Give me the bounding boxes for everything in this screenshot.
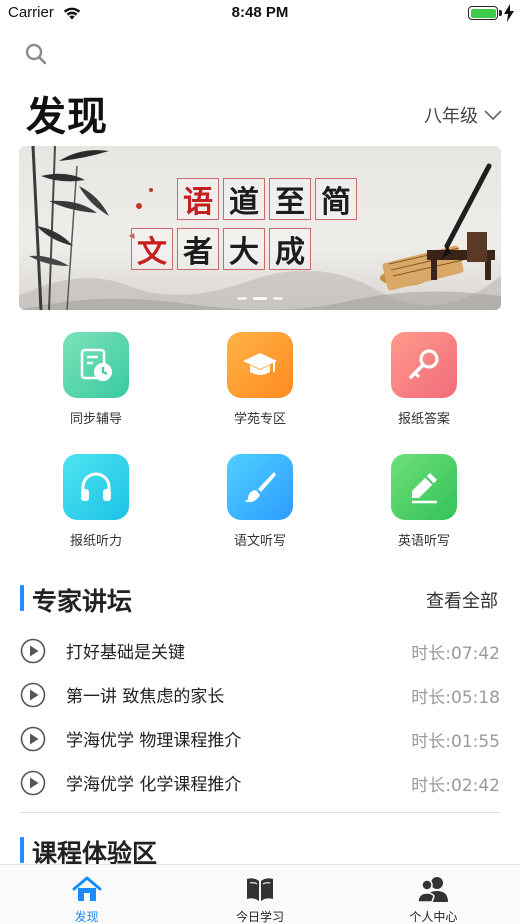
banner-calligraphy-row-2: 文 者 大 成 bbox=[131, 228, 311, 270]
section-divider bbox=[20, 812, 500, 813]
carousel-dot[interactable] bbox=[237, 297, 247, 300]
status-bar: Carrier 8:48 PM bbox=[0, 0, 520, 28]
tab-today-study[interactable]: 今日学习 bbox=[173, 865, 346, 924]
feature-english-dictation[interactable]: 英语听写 bbox=[364, 454, 484, 549]
lecture-duration: 时长:05:18 bbox=[411, 688, 500, 708]
graduation-cap-icon bbox=[243, 353, 277, 375]
banner-calligraphy-row-1: 语 道 至 简 bbox=[177, 178, 357, 220]
carousel-dot[interactable] bbox=[273, 297, 283, 300]
banner-carousel[interactable]: 语 道 至 简 文 者 大 成 bbox=[19, 146, 501, 310]
calligraphy-char: 至 bbox=[269, 178, 311, 220]
feature-chinese-dictation[interactable]: 语文听写 bbox=[200, 454, 320, 549]
play-icon[interactable] bbox=[20, 682, 46, 708]
calligraphy-char: 成 bbox=[269, 228, 311, 270]
charging-bolt-icon bbox=[504, 4, 514, 22]
home-icon bbox=[72, 876, 102, 901]
grade-selector[interactable]: 八年级 bbox=[424, 102, 502, 128]
section-accent-bar bbox=[20, 585, 24, 611]
tab-label: 发现 bbox=[74, 910, 99, 924]
lecture-row[interactable]: 学海优学 物理课程推介 时长:01:55 bbox=[20, 718, 500, 758]
search-icon[interactable] bbox=[24, 42, 48, 66]
feature-label: 报纸听力 bbox=[69, 534, 122, 549]
course-section-header: 课程体验区 bbox=[20, 834, 500, 868]
key-icon bbox=[409, 349, 439, 379]
page-title: 发现 bbox=[26, 94, 108, 140]
sync-tutoring-icon bbox=[80, 348, 112, 381]
lecture-row[interactable]: 学海优学 化学课程推介 时长:02:42 bbox=[20, 762, 500, 802]
feature-icon-tile bbox=[63, 454, 129, 520]
play-icon[interactable] bbox=[20, 770, 46, 796]
tab-bar: 发现 今日学习 个人中心 bbox=[0, 864, 520, 924]
calligraphy-char: 大 bbox=[223, 228, 265, 270]
lecture-duration: 时长:02:42 bbox=[411, 776, 500, 796]
calligraphy-char: 简 bbox=[315, 178, 357, 220]
calligraphy-char: 者 bbox=[177, 228, 219, 270]
view-all-link[interactable]: 查看全部 bbox=[426, 587, 498, 613]
feature-icon-tile bbox=[391, 332, 457, 398]
lecture-title: 第一讲 致焦虑的家长 bbox=[66, 687, 225, 707]
headphones-icon bbox=[81, 472, 111, 501]
tab-profile[interactable]: 个人中心 bbox=[347, 865, 520, 924]
battery-cap bbox=[499, 10, 502, 16]
feature-icon-tile bbox=[63, 332, 129, 398]
feature-icon-tile bbox=[391, 454, 457, 520]
book-icon bbox=[246, 878, 273, 901]
play-icon[interactable] bbox=[20, 726, 46, 752]
carousel-dot[interactable] bbox=[253, 297, 267, 300]
feature-label: 语文听写 bbox=[233, 534, 286, 549]
feature-newspaper-answers[interactable]: 报纸答案 bbox=[364, 332, 484, 427]
feature-label: 同步辅导 bbox=[69, 412, 122, 427]
feature-icon-tile bbox=[227, 454, 293, 520]
lecture-title: 打好基础是关键 bbox=[66, 643, 185, 663]
feature-label: 报纸答案 bbox=[397, 412, 450, 427]
carousel-indicator bbox=[19, 297, 501, 300]
lecture-title: 学海优学 化学课程推介 bbox=[66, 775, 242, 795]
tab-label: 今日学习 bbox=[235, 910, 284, 924]
calligraphy-char: 语 bbox=[177, 178, 219, 220]
section-accent-bar bbox=[20, 837, 24, 863]
expert-section-header: 专家讲坛 查看全部 bbox=[20, 582, 500, 616]
feature-label: 英语听写 bbox=[397, 534, 450, 549]
tab-discover[interactable]: 发现 bbox=[0, 865, 173, 924]
play-icon[interactable] bbox=[20, 638, 46, 664]
users-icon bbox=[418, 877, 449, 903]
feature-sync-tutoring[interactable]: 同步辅导 bbox=[36, 332, 156, 427]
lecture-row[interactable]: 打好基础是关键 时长:07:42 bbox=[20, 630, 500, 670]
lecture-row[interactable]: 第一讲 致焦虑的家长 时长:05:18 bbox=[20, 674, 500, 714]
section-title: 专家讲坛 bbox=[32, 587, 133, 616]
calligraphy-char: 道 bbox=[223, 178, 265, 220]
lecture-title: 学海优学 物理课程推介 bbox=[66, 731, 242, 751]
clock: 8:48 PM bbox=[231, 4, 289, 21]
battery-icon bbox=[468, 6, 498, 20]
lecture-duration: 时长:01:55 bbox=[411, 732, 500, 752]
brush-icon bbox=[244, 472, 276, 503]
feature-newspaper-listening[interactable]: 报纸听力 bbox=[36, 454, 156, 549]
calligraphy-char: 文 bbox=[131, 228, 173, 270]
chevron-down-icon bbox=[484, 110, 502, 121]
tab-label: 个人中心 bbox=[409, 910, 458, 924]
grade-label: 八年级 bbox=[424, 106, 478, 127]
pencil-icon bbox=[412, 473, 437, 504]
lecture-duration: 时长:07:42 bbox=[411, 644, 500, 664]
feature-label: 学苑专区 bbox=[233, 412, 286, 427]
feature-icon-tile bbox=[227, 332, 293, 398]
feature-academy-zone[interactable]: 学苑专区 bbox=[200, 332, 320, 427]
